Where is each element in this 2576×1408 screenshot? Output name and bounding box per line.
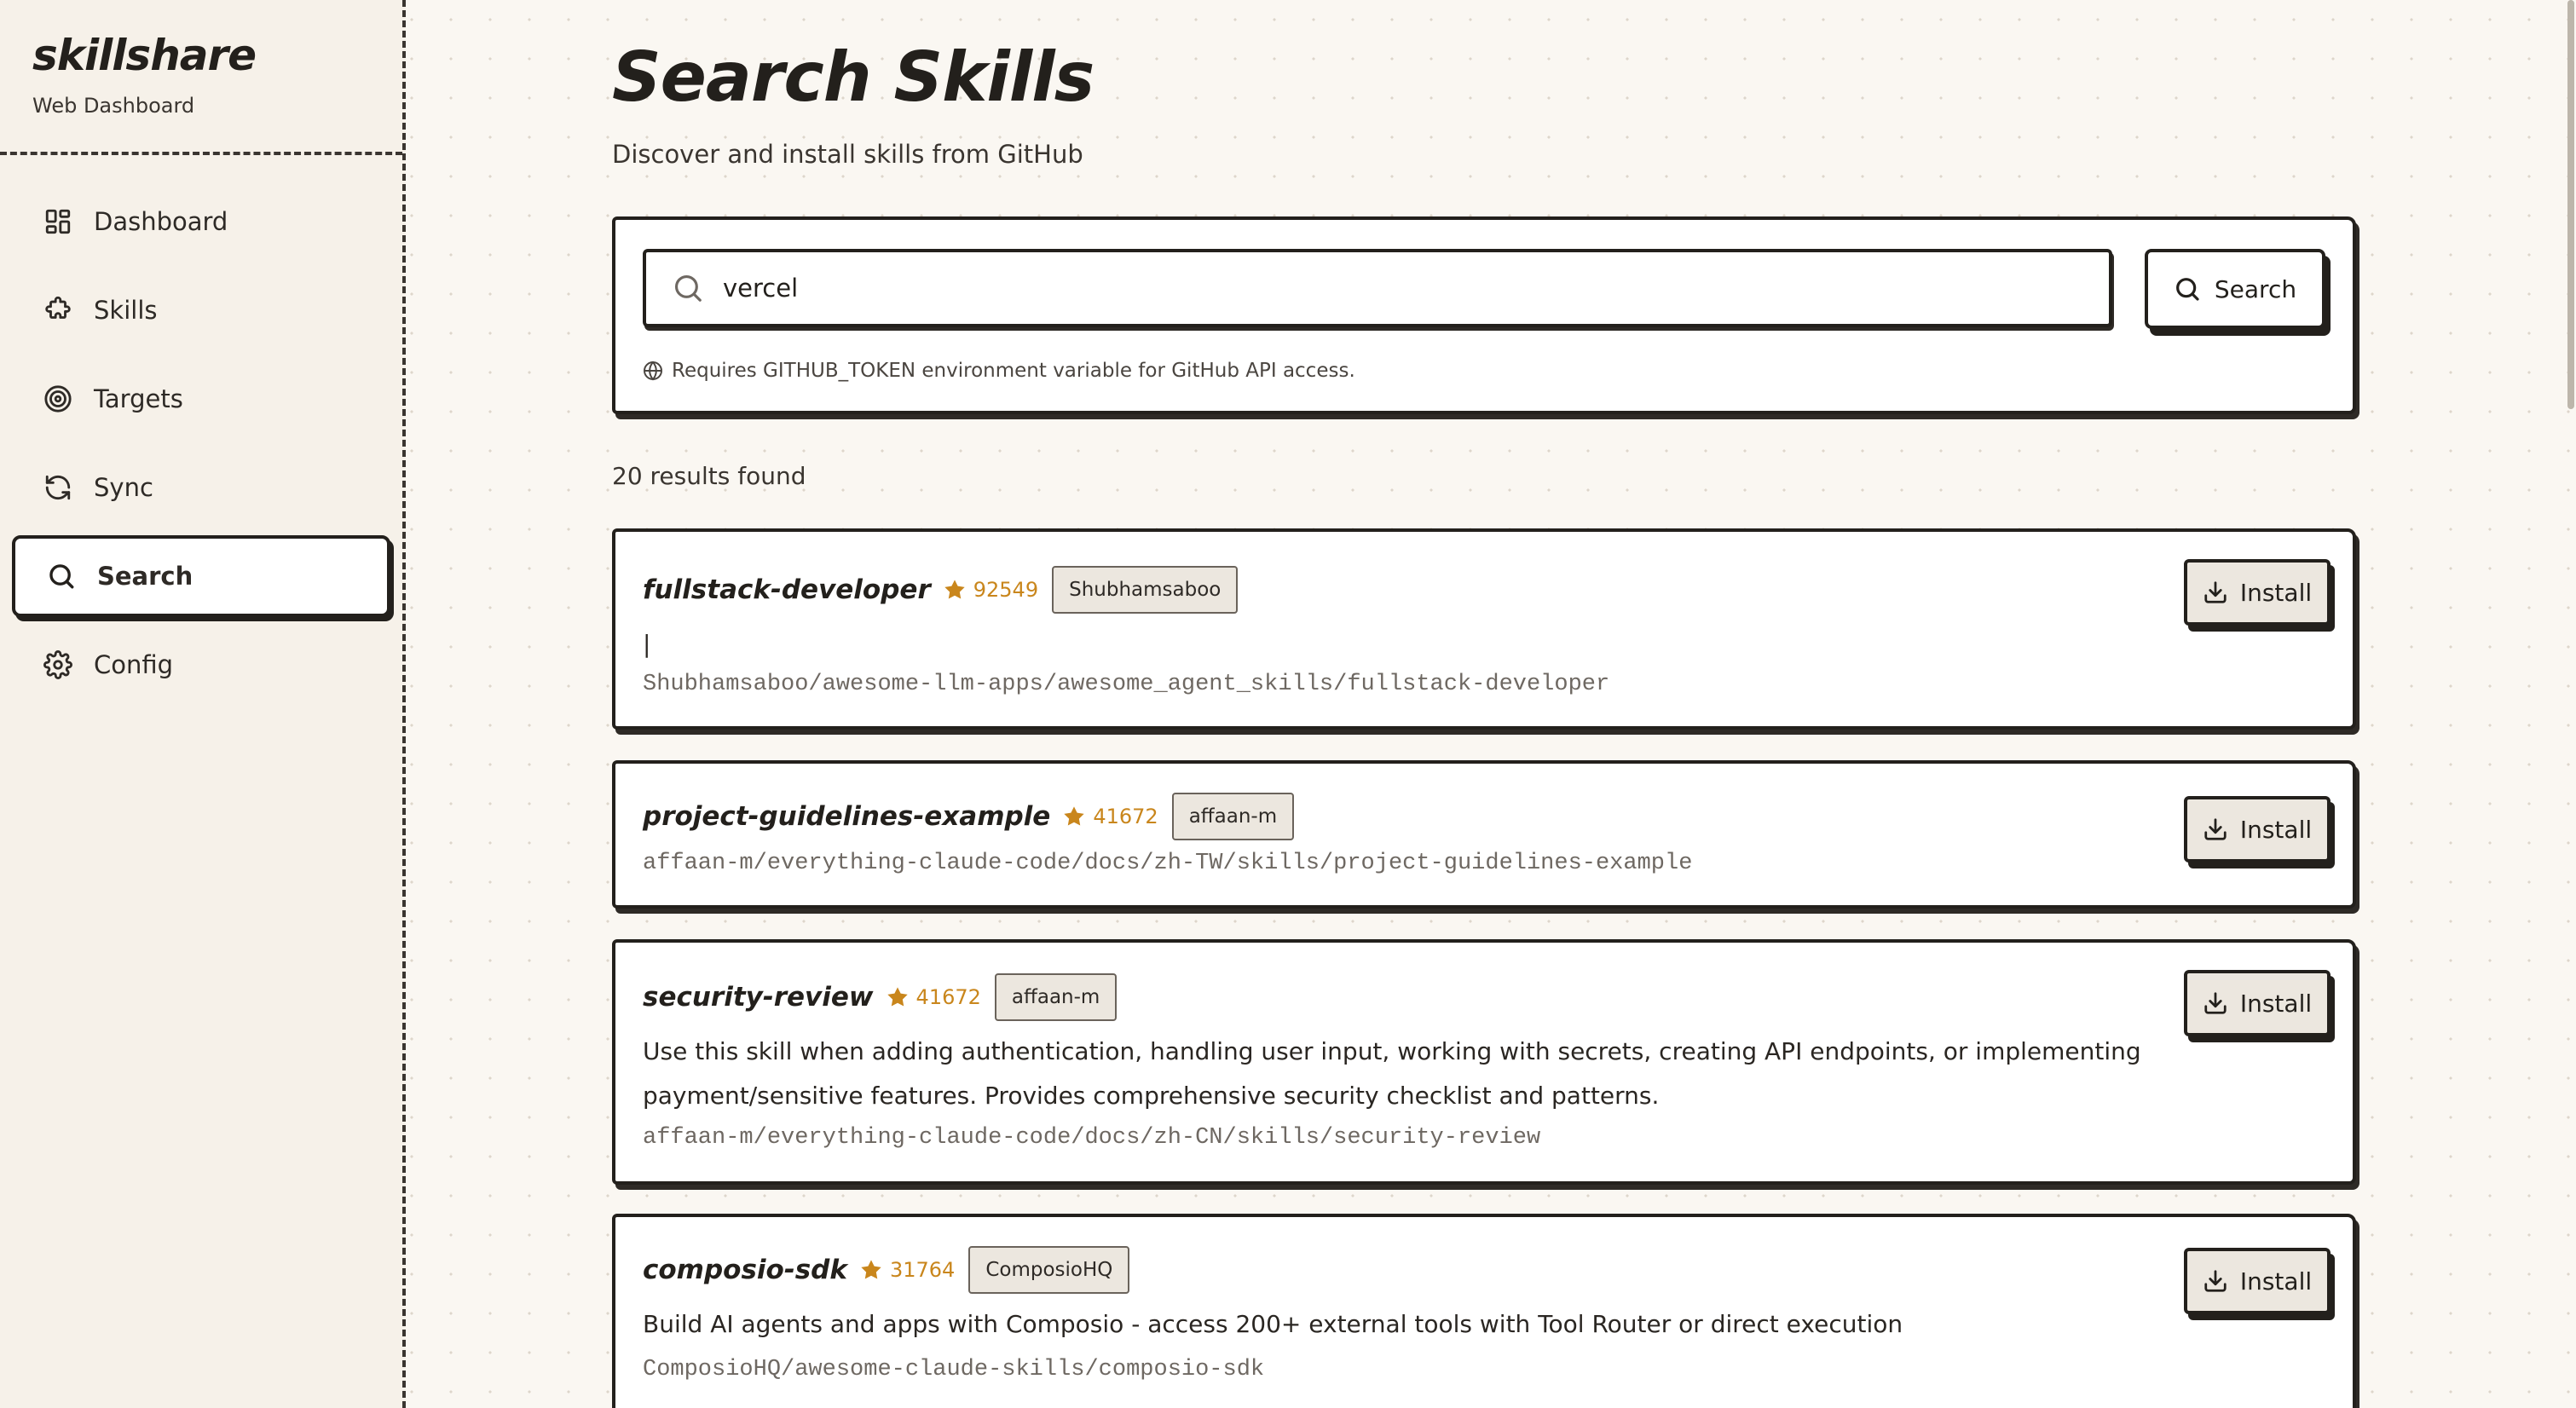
result-star-count: 41672 xyxy=(1093,805,1158,828)
result-title-row: fullstack-developer 92549 Shubhamsaboo xyxy=(643,566,1239,614)
sidebar-item-label: Sync xyxy=(94,473,153,502)
brand-title[interactable]: skillshare xyxy=(32,31,402,80)
result-star-count: 31764 xyxy=(889,1258,956,1282)
install-button[interactable]: Install xyxy=(2184,970,2331,1036)
scrollbar-thumb[interactable] xyxy=(2567,0,2574,409)
install-button-label: Install xyxy=(2239,815,2313,844)
puzzle-icon xyxy=(43,295,73,326)
install-button[interactable]: Install xyxy=(2184,796,2331,863)
sidebar-item-label: Config xyxy=(94,650,174,679)
star-icon xyxy=(887,987,908,1007)
page-title: Search Skills xyxy=(612,38,1095,117)
result-name[interactable]: security-review xyxy=(643,982,874,1013)
result-owner-badge: Shubhamsaboo xyxy=(1052,566,1239,614)
sidebar: skillshare Web Dashboard Dashboard Skill… xyxy=(0,0,406,1408)
download-icon xyxy=(2203,990,2228,1016)
result-star-count: 41672 xyxy=(915,985,981,1009)
star-icon xyxy=(1064,806,1085,826)
search-icon xyxy=(672,272,704,304)
result-path: ComposioHQ/awesome-claude-skills/composi… xyxy=(643,1357,1265,1382)
sync-icon xyxy=(43,472,73,503)
result-title-row: project-guidelines-example 41672 affaan-… xyxy=(643,793,1295,840)
search-card: Search Requires GITHUB_TOKEN environment… xyxy=(612,216,2356,414)
sidebar-item-dashboard[interactable]: Dashboard xyxy=(12,181,390,263)
result-title-row: composio-sdk 31764 ComposioHQ xyxy=(643,1246,1130,1294)
globe-icon xyxy=(643,361,663,381)
star-icon xyxy=(861,1260,881,1279)
result-star-count: 92549 xyxy=(973,578,1039,602)
install-button-label: Install xyxy=(2239,989,2313,1018)
sidebar-item-search[interactable]: Search xyxy=(12,535,390,617)
result-name[interactable]: fullstack-developer xyxy=(643,574,931,605)
result-owner-badge: affaan-m xyxy=(1171,793,1295,840)
page-subtitle: Discover and install skills from GitHub xyxy=(612,140,1083,169)
result-description: Build AI agents and apps with Composio -… xyxy=(643,1310,1903,1338)
install-button[interactable]: Install xyxy=(2184,559,2331,626)
result-title-row: security-review 41672 affaan-m xyxy=(643,973,1118,1021)
result-path: affaan-m/everything-claude-code/docs/zh-… xyxy=(643,1125,1541,1151)
sidebar-item-config[interactable]: Config xyxy=(12,624,390,706)
result-card: composio-sdk 31764 ComposioHQ Build AI a… xyxy=(612,1214,2356,1408)
result-name[interactable]: project-guidelines-example xyxy=(643,801,1050,832)
search-hint-text: Requires GITHUB_TOKEN environment variab… xyxy=(672,360,1355,382)
result-path: Shubhamsaboo/awesome-llm-apps/awesome_ag… xyxy=(643,672,1610,697)
gear-icon xyxy=(43,649,73,680)
result-name[interactable]: composio-sdk xyxy=(643,1255,847,1285)
search-input-wrapper[interactable] xyxy=(643,249,2112,327)
results-count: 20 results found xyxy=(612,462,806,490)
result-description: Use this skill when adding authenticatio… xyxy=(643,1037,2141,1110)
search-icon xyxy=(2174,275,2201,303)
sidebar-nav: Dashboard Skills Targets Sync Search Con… xyxy=(0,155,402,706)
download-icon xyxy=(2203,817,2228,842)
dashboard-icon xyxy=(43,206,73,237)
sidebar-item-targets[interactable]: Targets xyxy=(12,358,390,440)
result-description: | xyxy=(643,630,651,658)
result-stars: 41672 xyxy=(886,985,981,1009)
search-button-label: Search xyxy=(2214,274,2297,303)
sidebar-item-label: Skills xyxy=(94,296,158,325)
search-icon xyxy=(46,561,77,591)
page-scrollbar[interactable] xyxy=(2564,0,2576,1408)
sidebar-item-label: Dashboard xyxy=(94,207,228,236)
result-stars: 92549 xyxy=(943,578,1038,602)
result-owner-badge: affaan-m xyxy=(994,973,1118,1021)
star-icon xyxy=(944,580,965,599)
sidebar-item-label: Targets xyxy=(94,384,183,413)
result-path: affaan-m/everything-claude-code/docs/zh-… xyxy=(643,851,1693,876)
install-button[interactable]: Install xyxy=(2184,1248,2331,1314)
sidebar-item-skills[interactable]: Skills xyxy=(12,269,390,351)
search-input[interactable] xyxy=(723,274,2070,303)
search-button[interactable]: Search xyxy=(2145,249,2325,329)
result-stars: 31764 xyxy=(859,1258,955,1282)
result-card: project-guidelines-example 41672 affaan-… xyxy=(612,760,2356,909)
sidebar-item-sync[interactable]: Sync xyxy=(12,447,390,528)
result-card: security-review 41672 affaan-m Use this … xyxy=(612,939,2356,1185)
install-button-label: Install xyxy=(2239,1267,2313,1295)
install-button-label: Install xyxy=(2239,578,2313,607)
brand: skillshare Web Dashboard xyxy=(0,0,402,155)
sidebar-item-label: Search xyxy=(97,562,193,591)
result-owner-badge: ComposioHQ xyxy=(968,1246,1130,1294)
download-icon xyxy=(2203,580,2228,605)
result-stars: 41672 xyxy=(1062,805,1158,828)
target-icon xyxy=(43,384,73,414)
brand-subtitle: Web Dashboard xyxy=(32,94,195,118)
download-icon xyxy=(2203,1268,2228,1294)
result-card: fullstack-developer 92549 Shubhamsaboo |… xyxy=(612,528,2356,730)
search-hint: Requires GITHUB_TOKEN environment variab… xyxy=(643,360,1355,382)
